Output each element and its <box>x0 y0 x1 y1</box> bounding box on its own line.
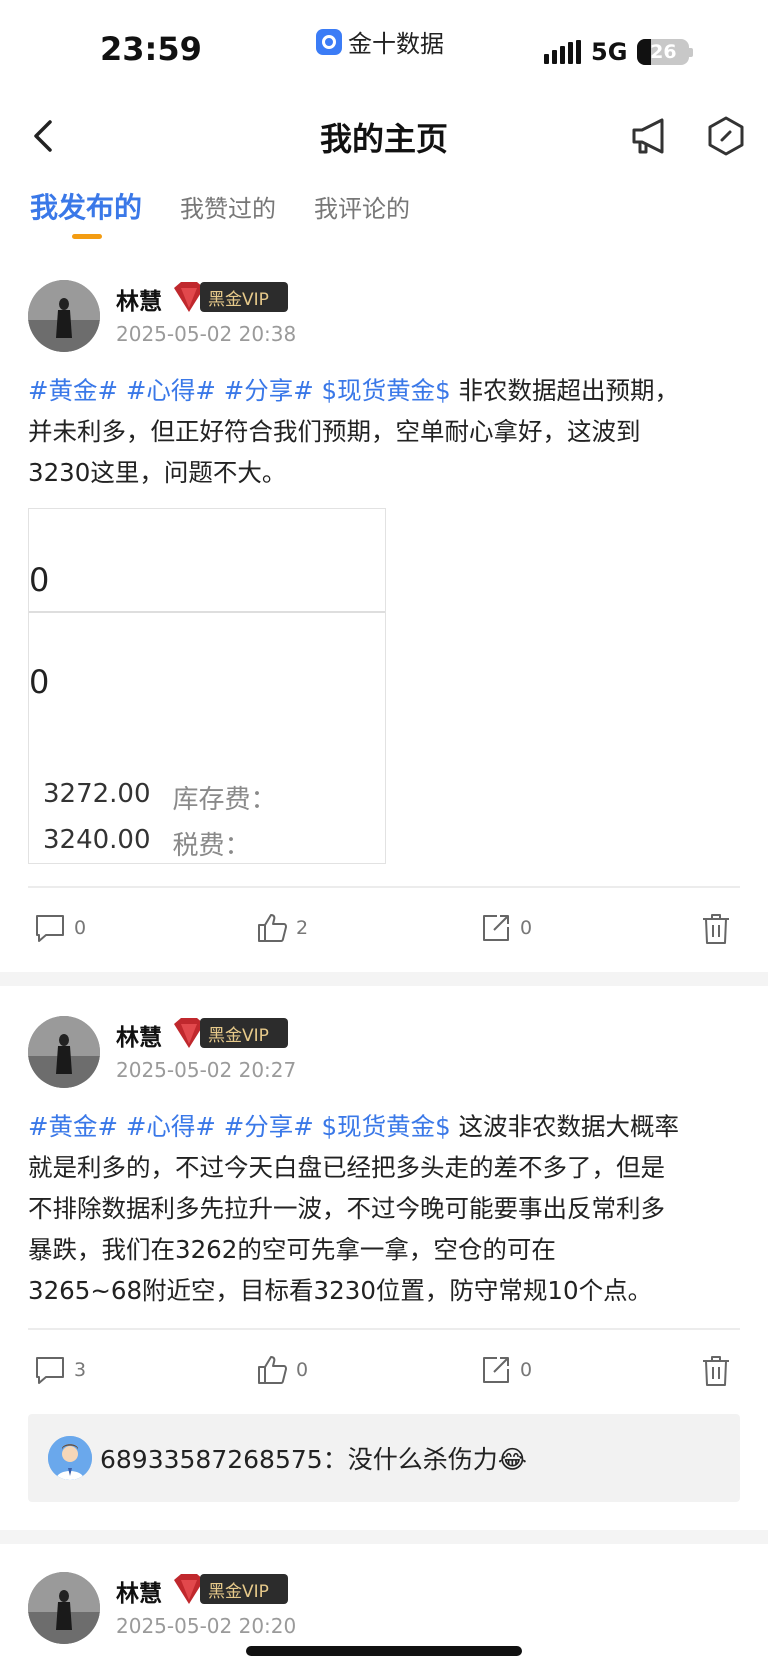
home-indicator[interactable] <box>246 1646 522 1656</box>
share-button[interactable]: 0 <box>480 912 532 944</box>
post-body-line: 就是利多的，不过今天白盘已经把多头走的差不多了，但是 <box>28 1153 665 1182</box>
post-body-line: 非农数据超出预期， <box>450 376 680 405</box>
battery-percent: 26 <box>650 41 677 63</box>
like-button[interactable]: 2 <box>256 912 308 944</box>
post-time: 2025-05-02 20:20 <box>116 1614 297 1638</box>
vip-badge: 黑金VIP <box>200 1018 288 1048</box>
section-gap <box>0 972 768 986</box>
like-button[interactable]: 0 <box>256 1354 308 1386</box>
commenter-avatar[interactable] <box>48 1436 92 1480</box>
status-app-indicator: 金十数据 <box>316 24 444 59</box>
avatar[interactable] <box>28 1016 100 1088</box>
comment-button[interactable]: 0 <box>34 912 86 944</box>
post-body-line: 3265~68附近空，目标看3230位置，防守常规10个点。 <box>28 1276 653 1305</box>
post-actions: 0 2 0 <box>0 912 768 952</box>
comment-button[interactable]: 3 <box>34 1354 86 1386</box>
status-indicators: 5G 26 <box>544 38 694 66</box>
divider <box>28 1328 740 1330</box>
avatar[interactable] <box>28 280 100 352</box>
post-body-line: 暴跌，我们在3262的空可先拿一拿，空仓的可在 <box>28 1235 556 1264</box>
post-image[interactable]: 0 0 3272.00 库存费： 3240.00 税费： <box>28 508 386 864</box>
comment-count: 0 <box>74 917 87 939</box>
comment-icon <box>36 1357 64 1384</box>
section-gap <box>0 1530 768 1544</box>
like-count: 0 <box>296 1359 309 1381</box>
share-icon <box>483 1357 509 1383</box>
image-row-value: 3272.00 <box>43 779 151 809</box>
app-logo-icon <box>316 28 342 55</box>
hexagon-settings-icon[interactable] <box>704 114 748 158</box>
like-count: 2 <box>296 917 309 939</box>
signal-icon <box>544 40 581 64</box>
image-divider <box>29 611 385 613</box>
battery-icon: 26 <box>637 39 694 65</box>
commenter-name[interactable]: 68933587268575 <box>100 1445 323 1474</box>
post-body-line: 并未利多，但正好符合我们预期，空单耐心拿好，这波到 <box>28 417 641 446</box>
post-content[interactable]: #黄金# #心得# #分享# $现货黄金$ 这波非农数据大概率 就是利多的，不过… <box>28 1106 742 1311</box>
vip-badge: 黑金VIP <box>200 1574 288 1604</box>
comment-content: ：没什么杀伤力😂 <box>322 1445 527 1474</box>
post-content[interactable]: #黄金# #心得# #分享# $现货黄金$ 非农数据超出预期， 并未利多，但正好… <box>28 370 742 493</box>
thumbs-up-icon <box>258 914 287 942</box>
avatar[interactable] <box>28 1572 100 1644</box>
image-row: 3240.00 税费： <box>43 825 251 862</box>
comment-icon <box>36 915 64 942</box>
delete-icon[interactable] <box>700 1354 732 1388</box>
tab-my-likes[interactable]: 我赞过的 <box>180 186 276 236</box>
status-time: 23:59 <box>100 30 202 68</box>
megaphone-icon[interactable] <box>628 114 672 158</box>
active-tab-indicator <box>72 234 102 239</box>
post-time: 2025-05-02 20:38 <box>116 322 297 346</box>
image-row-label: 库存费： <box>172 785 277 815</box>
tab-my-posts[interactable]: 我发布的 <box>30 186 142 236</box>
author-name[interactable]: 林慧 <box>116 282 162 316</box>
share-count: 0 <box>520 917 533 939</box>
post-time: 2025-05-02 20:27 <box>116 1058 297 1082</box>
image-row: 3272.00 库存费： <box>43 779 277 816</box>
image-zero-value: 0 <box>29 663 50 701</box>
post-body-line: 这波非农数据大概率 <box>450 1112 680 1141</box>
share-icon <box>483 915 509 941</box>
post-body-line: 3230这里，问题不大。 <box>28 458 287 487</box>
status-app-name: 金十数据 <box>348 30 444 58</box>
divider <box>28 886 740 888</box>
status-bar: 23:59 金十数据 5G 26 <box>0 0 768 96</box>
network-type: 5G <box>591 38 628 66</box>
thumbs-up-icon <box>258 1356 287 1384</box>
post-tags[interactable]: #黄金# #心得# #分享# $现货黄金$ <box>28 376 451 405</box>
post-body-line: 不排除数据利多先拉升一波，不过今晚可能要事出反常利多 <box>28 1194 665 1223</box>
vip-badge: 黑金VIP <box>200 282 288 312</box>
tab-my-comments[interactable]: 我评论的 <box>314 186 410 236</box>
nav-bar: 我的主页 <box>0 100 768 176</box>
image-zero-value: 0 <box>29 561 50 599</box>
delete-icon[interactable] <box>700 912 732 946</box>
profile-tabs: 我发布的 我赞过的 我评论的 <box>30 186 410 239</box>
comment-preview[interactable]: 68933587268575：没什么杀伤力😂 <box>28 1414 740 1502</box>
comment-text: 68933587268575：没什么杀伤力😂 <box>100 1440 527 1476</box>
share-button[interactable]: 0 <box>480 1354 532 1386</box>
author-name[interactable]: 林慧 <box>116 1574 162 1608</box>
post-tags[interactable]: #黄金# #心得# #分享# $现货黄金$ <box>28 1112 451 1141</box>
image-row-value: 3240.00 <box>43 825 151 855</box>
post-actions: 3 0 0 <box>0 1354 768 1394</box>
image-row-label: 税费： <box>172 831 251 861</box>
share-count: 0 <box>520 1359 533 1381</box>
comment-count: 3 <box>74 1359 87 1381</box>
author-name[interactable]: 林慧 <box>116 1018 162 1052</box>
